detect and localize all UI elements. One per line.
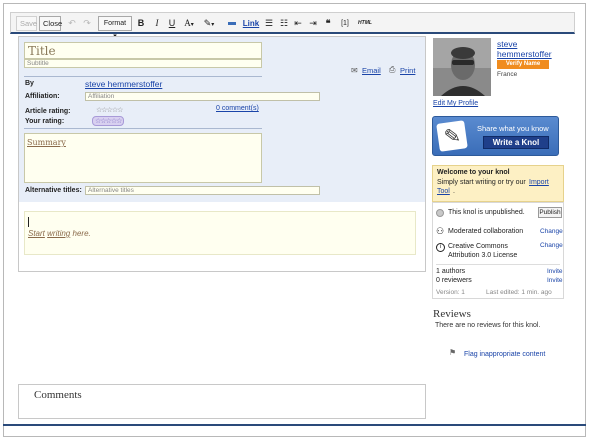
citation-button[interactable]: [1] — [338, 17, 352, 30]
welcome-period: . — [453, 188, 455, 195]
license-line-1: Creative Commons — [448, 243, 508, 250]
license-line-2: Attribution 3.0 License — [448, 252, 518, 259]
text-cursor — [28, 217, 29, 227]
pencil-paper-icon: ✎ — [436, 120, 468, 152]
article-rating-label: Article rating: — [25, 108, 71, 115]
font-color-button[interactable]: A▾ — [181, 17, 197, 30]
start-word: Start — [28, 229, 45, 238]
close-button[interactable]: Close — [39, 16, 62, 31]
title-input[interactable]: Title — [24, 42, 262, 59]
subtitle-input[interactable]: Subtitle — [24, 59, 262, 68]
import-tool-link-2[interactable]: Tool — [437, 188, 450, 195]
reviews-empty-text: There are no reviews for this knol. — [435, 322, 541, 329]
last-edited-text: Last edited: 1 min. ago — [486, 289, 552, 296]
import-tool-link-1[interactable]: Import — [529, 179, 549, 186]
html-edit-button[interactable]: HTML — [356, 17, 374, 30]
summary-textarea[interactable]: Summary — [24, 133, 262, 183]
write-knol-button[interactable]: Write a Knol — [483, 136, 549, 149]
horizontal-rule-icon[interactable] — [227, 17, 237, 30]
italic-button[interactable]: I — [152, 17, 162, 30]
unpublished-text: This knol is unpublished. — [448, 209, 525, 216]
change-collaboration-link[interactable]: Change — [540, 228, 563, 235]
divider — [436, 264, 560, 265]
quote-icon[interactable]: ❝ — [323, 17, 333, 30]
collaboration-text: Moderated collaboration — [448, 228, 524, 235]
your-rating-label: Your rating: — [25, 118, 65, 125]
affiliation-input[interactable]: Affiliation — [85, 92, 320, 101]
bulleted-list-icon[interactable]: ☷ — [279, 17, 289, 30]
author-link[interactable]: steve hemmerstoffer — [85, 79, 162, 89]
welcome-text: Simply start writing or try our — [437, 179, 526, 186]
highlight-button[interactable]: ✎▾ — [201, 17, 217, 30]
format-label: Format — [103, 20, 127, 27]
change-license-link[interactable]: Change — [540, 242, 563, 249]
by-label: By — [25, 80, 34, 87]
flag-icon: ⚑ — [449, 348, 457, 357]
knol-tagline: Share what you know — [477, 124, 549, 133]
invite-reviewers-link[interactable]: Invite — [547, 277, 563, 284]
email-icon: ✉ — [351, 66, 358, 75]
comments-heading: Comments — [34, 389, 82, 401]
alt-titles-label: Alternative titles: — [25, 187, 82, 194]
collaboration-icon: ⚇ — [436, 226, 445, 236]
bold-button[interactable]: B — [136, 17, 146, 30]
printer-icon: ⎙ — [389, 65, 396, 74]
alt-titles-input[interactable]: Alternative titles — [85, 186, 320, 195]
welcome-box: Welcome to your knol Simply start writin… — [432, 165, 564, 202]
unpublished-status-icon — [436, 209, 444, 217]
writing-word: writing — [47, 229, 71, 238]
country: France — [497, 71, 518, 78]
subtitle-placeholder: Subtitle — [27, 60, 49, 67]
article-rating-stars: ☆☆☆☆☆ — [96, 107, 123, 114]
comments-count-link[interactable]: 0 comment(s) — [216, 105, 259, 112]
save-button[interactable]: Save — [16, 16, 37, 31]
summary-placeholder: Summary — [27, 138, 66, 147]
knol-status-panel: This knol is unpublished. Publish ⚇ Mode… — [432, 202, 564, 299]
version-text: Version: 1 — [436, 289, 465, 296]
verify-name-badge[interactable]: Verify Name — [497, 60, 549, 69]
your-rating-stars[interactable]: ☆☆☆☆☆ — [92, 116, 125, 126]
outdent-icon[interactable]: ⇤ — [293, 17, 303, 30]
footer-rule — [3, 424, 586, 426]
reviewers-count: 0 reviewers — [436, 277, 472, 284]
redo-icon[interactable]: ↷ — [82, 17, 92, 30]
divider — [24, 76, 262, 77]
undo-icon[interactable]: ↶ — [67, 17, 77, 30]
body-editor[interactable]: Start writing here. — [24, 211, 416, 255]
comments-section: Comments — [18, 384, 426, 419]
format-dropdown[interactable]: Format ▾ — [98, 16, 132, 40]
welcome-title: Welcome to your knol — [437, 169, 510, 176]
title-placeholder: Title — [28, 44, 56, 58]
avatar[interactable] — [433, 38, 491, 96]
profile-surname-link[interactable]: hemmerstoffer — [497, 49, 552, 59]
here-word: here. — [72, 229, 91, 238]
numbered-list-icon[interactable]: ☰ — [264, 17, 274, 30]
print-link[interactable]: Print — [400, 66, 415, 75]
invite-authors-link[interactable]: Invite — [547, 268, 563, 275]
profile-name-link[interactable]: steve — [497, 39, 517, 49]
indent-icon[interactable]: ⇥ — [308, 17, 318, 30]
divider — [24, 128, 262, 129]
affiliation-label: Affiliation: — [25, 93, 60, 100]
editor-toolbar: Save Close ↶ ↷ Format ▾ B I U A▾ ✎▾ Link… — [10, 12, 575, 40]
link-button[interactable]: Link — [242, 17, 260, 30]
authors-count: 1 authors — [436, 268, 466, 275]
email-link[interactable]: Email — [362, 66, 381, 75]
publish-button[interactable]: Publish — [538, 207, 562, 218]
edit-profile-link[interactable]: Edit My Profile — [433, 100, 478, 107]
creative-commons-icon: i — [436, 243, 445, 252]
flag-content-link[interactable]: Flag inappropriate content — [464, 351, 545, 358]
reviews-heading: Reviews — [433, 308, 471, 320]
write-knol-card[interactable]: ✎ Share what you know Write a Knol — [432, 116, 559, 156]
underline-button[interactable]: U — [167, 17, 177, 30]
